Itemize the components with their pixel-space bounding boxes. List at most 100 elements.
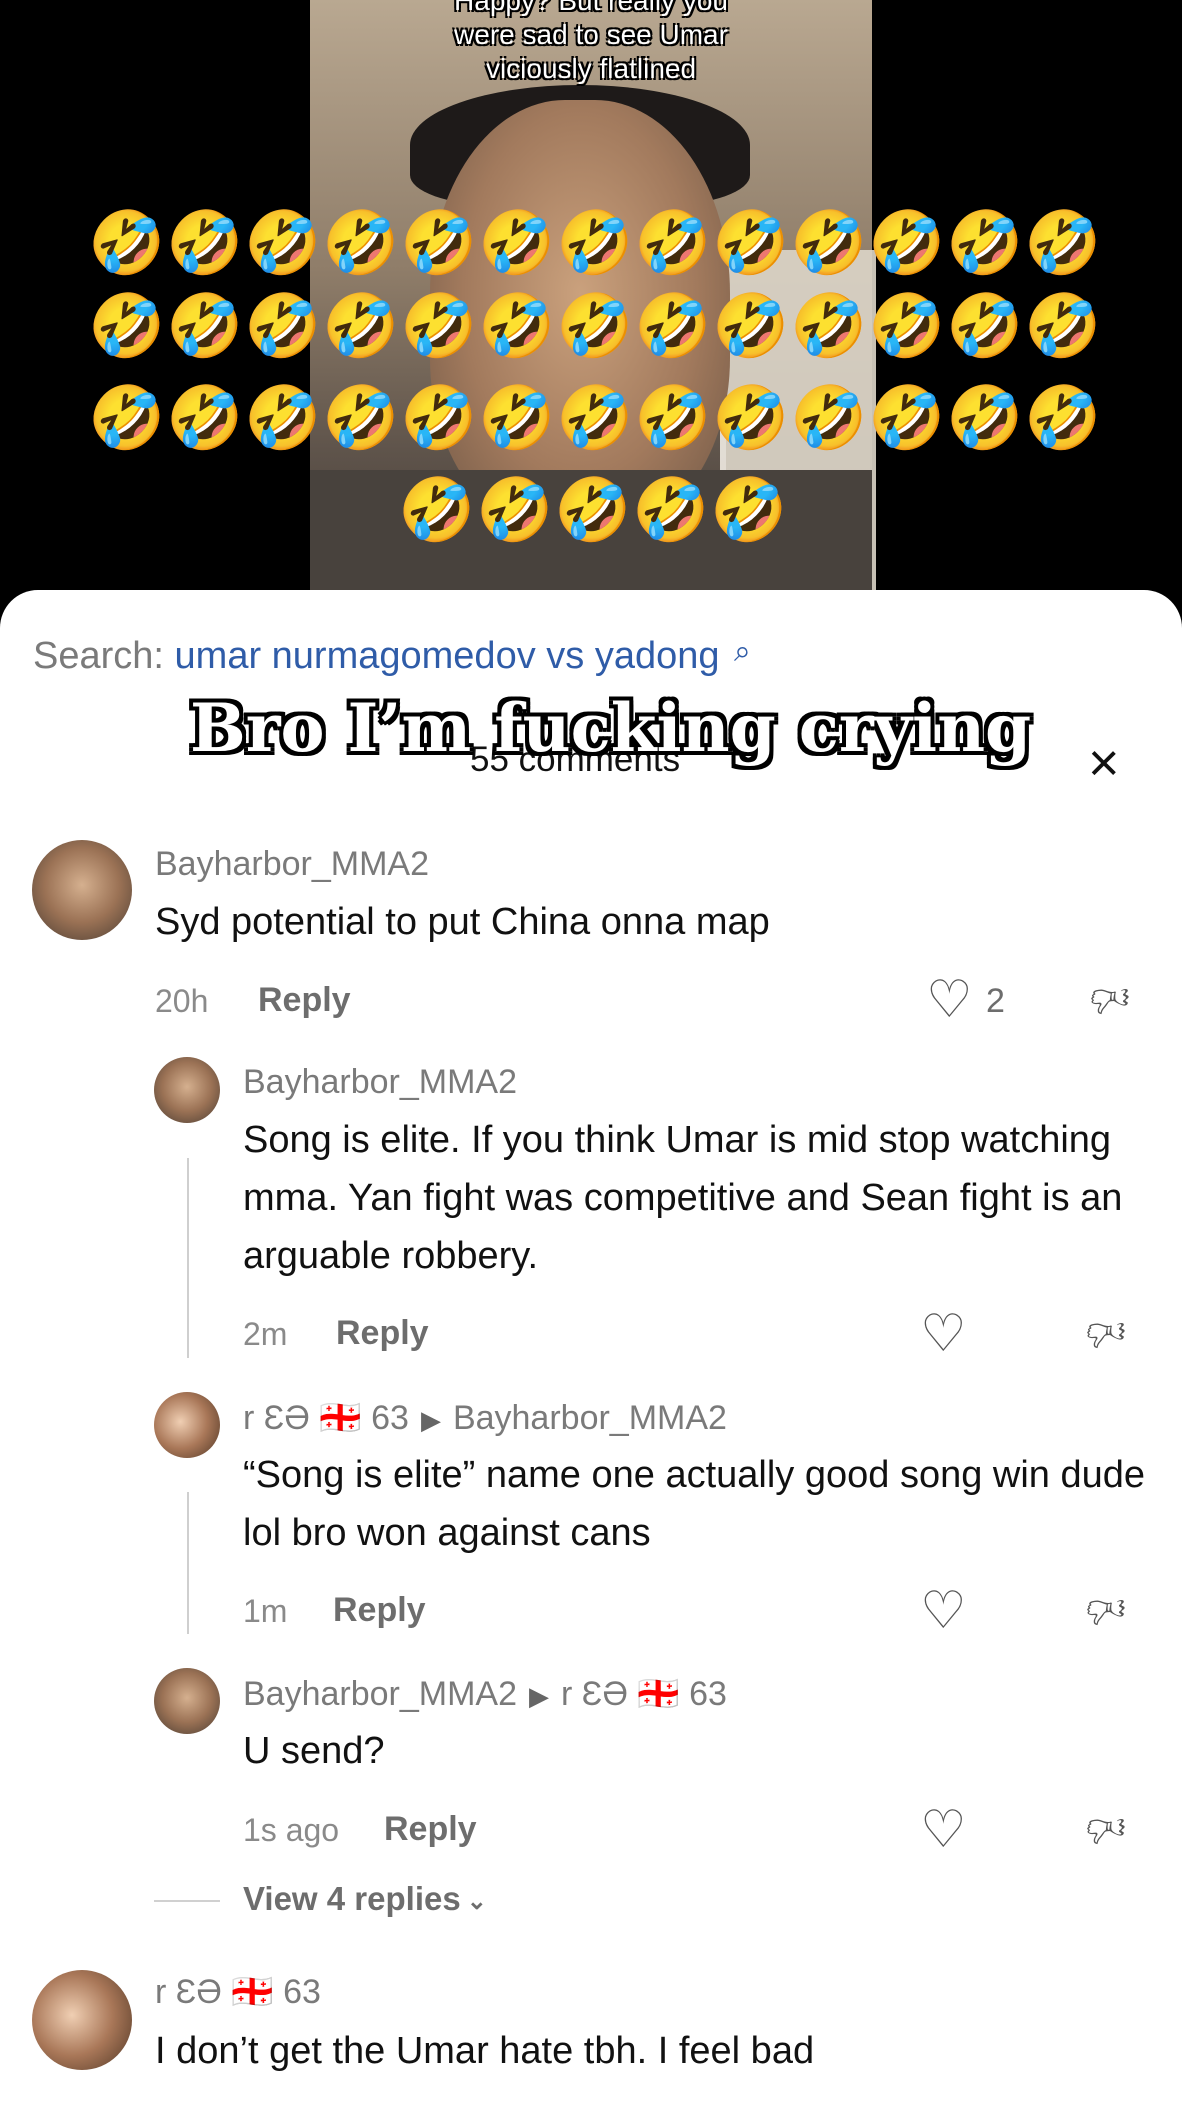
laughing-emoji-icon: 🤣 — [712, 384, 790, 453]
laughing-emoji-icon: 🤣 — [244, 209, 322, 278]
laughing-emoji-icon: 🤣 — [790, 209, 868, 278]
laughing-emoji-icon: 🤣 — [1024, 292, 1102, 361]
laughing-emoji-icon: 🤣 — [556, 384, 634, 453]
search-icon[interactable]: ⌕ — [734, 635, 751, 668]
laughing-emoji-icon: 🤣 — [88, 292, 166, 361]
laughing-emoji-icon: 🤣 — [634, 292, 712, 361]
laughing-emoji-icon: 🤣 — [478, 384, 556, 453]
emoji-row-2: 🤣 🤣 🤣 🤣 🤣 🤣 🤣 🤣 🤣 🤣 🤣 🤣 🤣 — [88, 380, 1101, 457]
reply-text: “Song is elite” name one actually good s… — [243, 1454, 1146, 1554]
laughing-emoji-icon: 🤣 — [946, 209, 1024, 278]
reply-button[interactable]: Reply — [333, 1591, 426, 1630]
reply-to-username[interactable]: r ƐƏ 🇬🇪 63 — [561, 1675, 727, 1713]
laughing-emoji-icon: 🤣 — [712, 292, 790, 361]
search-prefix: Search: — [33, 635, 164, 677]
laughing-emoji-icon: 🤣 — [712, 209, 790, 278]
laughing-emoji-icon: 🤣 — [400, 209, 478, 278]
avatar[interactable] — [154, 1668, 220, 1734]
emoji-row-0: 🤣 🤣 🤣 🤣 🤣 🤣 🤣 🤣 🤣 🤣 🤣 🤣 🤣 — [88, 205, 1101, 282]
laughing-emoji-icon: 🤣 — [166, 209, 244, 278]
caption-line-1: were sad to see Umar — [454, 19, 728, 50]
comment-username[interactable]: r ƐƏ 🇬🇪 63 — [155, 1972, 321, 2012]
laughing-emoji-icon: 🤣 — [556, 292, 634, 361]
laughing-emoji-icon: 🤣 — [790, 384, 868, 453]
view-replies-button[interactable]: View 4 replies ⌄ — [243, 1880, 487, 1918]
caption-line-0: Happy? But really you — [454, 0, 728, 16]
laughing-emoji-icon: 🤣 — [478, 292, 556, 361]
reply-arrow-icon: ▶ — [420, 1404, 441, 1435]
reply-arrow-icon: ▶ — [529, 1680, 550, 1711]
reply-to-username[interactable]: Bayharbor_MMA2 — [453, 1399, 727, 1437]
comment-username[interactable]: Bayharbor_MMA2 — [155, 845, 429, 884]
laughing-emoji-icon: 🤣 — [1024, 209, 1102, 278]
reply-username-row: Bayharbor_MMA2 ▶ r ƐƏ 🇬🇪 63 — [243, 1674, 727, 1714]
laughing-emoji-icon: 🤣 — [398, 476, 476, 545]
laughing-emoji-icon: 🤣 — [554, 476, 632, 545]
avatar[interactable] — [32, 1970, 132, 2070]
thread-line — [187, 1158, 189, 1358]
laughing-emoji-icon: 🤣 — [634, 384, 712, 453]
laughing-emoji-icon: 🤣 — [322, 209, 400, 278]
laughing-emoji-icon: 🤣 — [1024, 384, 1102, 453]
laughing-emoji-icon: 🤣 — [400, 292, 478, 361]
laughing-emoji-icon: 🤣 — [166, 384, 244, 453]
reply-username-row: r ƐƏ 🇬🇪 63 ▶ Bayharbor_MMA2 — [243, 1398, 727, 1438]
laughing-emoji-icon: 🤣 — [322, 292, 400, 361]
laughing-emoji-icon: 🤣 — [868, 384, 946, 453]
laughing-emoji-icon: 🤣 — [476, 476, 554, 545]
thumbs-down-icon[interactable]: 👍︎ — [1090, 972, 1130, 1024]
laughing-emoji-icon: 🤣 — [478, 209, 556, 278]
video-caption: Happy? But really you were sad to see Um… — [310, 0, 872, 86]
thumbs-down-icon[interactable]: 👍︎ — [1086, 1583, 1126, 1635]
view-replies-label[interactable]: View 4 replies — [243, 1880, 461, 1917]
avatar[interactable] — [154, 1392, 220, 1458]
emoji-row-1: 🤣 🤣 🤣 🤣 🤣 🤣 🤣 🤣 🤣 🤣 🤣 🤣 🤣 — [88, 288, 1101, 365]
laughing-emoji-icon: 🤣 — [244, 384, 322, 453]
like-count: 2 — [986, 982, 1005, 1020]
close-icon[interactable]: × — [1088, 735, 1120, 791]
reply-button[interactable]: Reply — [384, 1810, 477, 1849]
comment-time: 20h — [155, 983, 209, 1019]
heart-icon[interactable]: ♡ — [920, 1308, 967, 1360]
thumbs-down-icon[interactable]: 👍︎ — [1086, 1802, 1126, 1854]
reply-username[interactable]: Bayharbor_MMA2 — [243, 1675, 517, 1713]
heart-icon[interactable]: ♡ — [920, 1585, 967, 1637]
laughing-emoji-icon: 🤣 — [710, 476, 788, 545]
chevron-down-icon: ⌄ — [466, 1887, 487, 1915]
laughing-emoji-icon: 🤣 — [88, 209, 166, 278]
reply-time: 1m — [243, 1593, 288, 1629]
laughing-emoji-icon: 🤣 — [244, 292, 322, 361]
heart-icon[interactable]: ♡ — [920, 1804, 967, 1856]
overlay-text: Bro I’m fucking crying — [190, 689, 1032, 767]
search-suggestion[interactable]: Search: umar nurmagomedov vs yadong ⌕ — [33, 635, 751, 678]
reply-text: U send? — [243, 1730, 385, 1772]
search-query[interactable]: umar nurmagomedov vs yadong — [175, 635, 720, 677]
heart-icon[interactable]: ♡ — [926, 974, 973, 1026]
avatar[interactable] — [154, 1057, 220, 1123]
laughing-emoji-icon: 🤣 — [946, 292, 1024, 361]
laughing-emoji-icon: 🤣 — [946, 384, 1024, 453]
avatar[interactable] — [32, 840, 132, 940]
thumbs-down-icon[interactable]: 👍︎ — [1086, 1306, 1126, 1358]
laughing-emoji-icon: 🤣 — [166, 292, 244, 361]
caption-line-2: viciously flatlined — [485, 53, 697, 84]
laughing-emoji-icon: 🤣 — [556, 209, 634, 278]
thread-line — [187, 1492, 189, 1634]
reply-time: 1s ago — [243, 1812, 340, 1848]
laughing-emoji-icon: 🤣 — [88, 384, 166, 453]
laughing-emoji-icon: 🤣 — [868, 292, 946, 361]
comments-sheet — [0, 590, 1182, 2104]
video-player[interactable]: Happy? But really you were sad to see Um… — [0, 0, 1182, 600]
reply-username[interactable]: Bayharbor_MMA2 — [243, 1063, 517, 1102]
reply-button[interactable]: Reply — [258, 981, 351, 1020]
laughing-emoji-icon: 🤣 — [322, 384, 400, 453]
laughing-emoji-icon: 🤣 — [634, 209, 712, 278]
laughing-emoji-icon: 🤣 — [632, 476, 710, 545]
laughing-emoji-icon: 🤣 — [868, 209, 946, 278]
divider — [154, 1900, 220, 1902]
laughing-emoji-icon: 🤣 — [790, 292, 868, 361]
reply-text: Song is elite. If you think Umar is mid … — [243, 1119, 1123, 1277]
comment-text: Syd potential to put China onna map — [155, 901, 770, 943]
reply-username[interactable]: r ƐƏ 🇬🇪 63 — [243, 1399, 409, 1437]
reply-button[interactable]: Reply — [336, 1314, 429, 1353]
